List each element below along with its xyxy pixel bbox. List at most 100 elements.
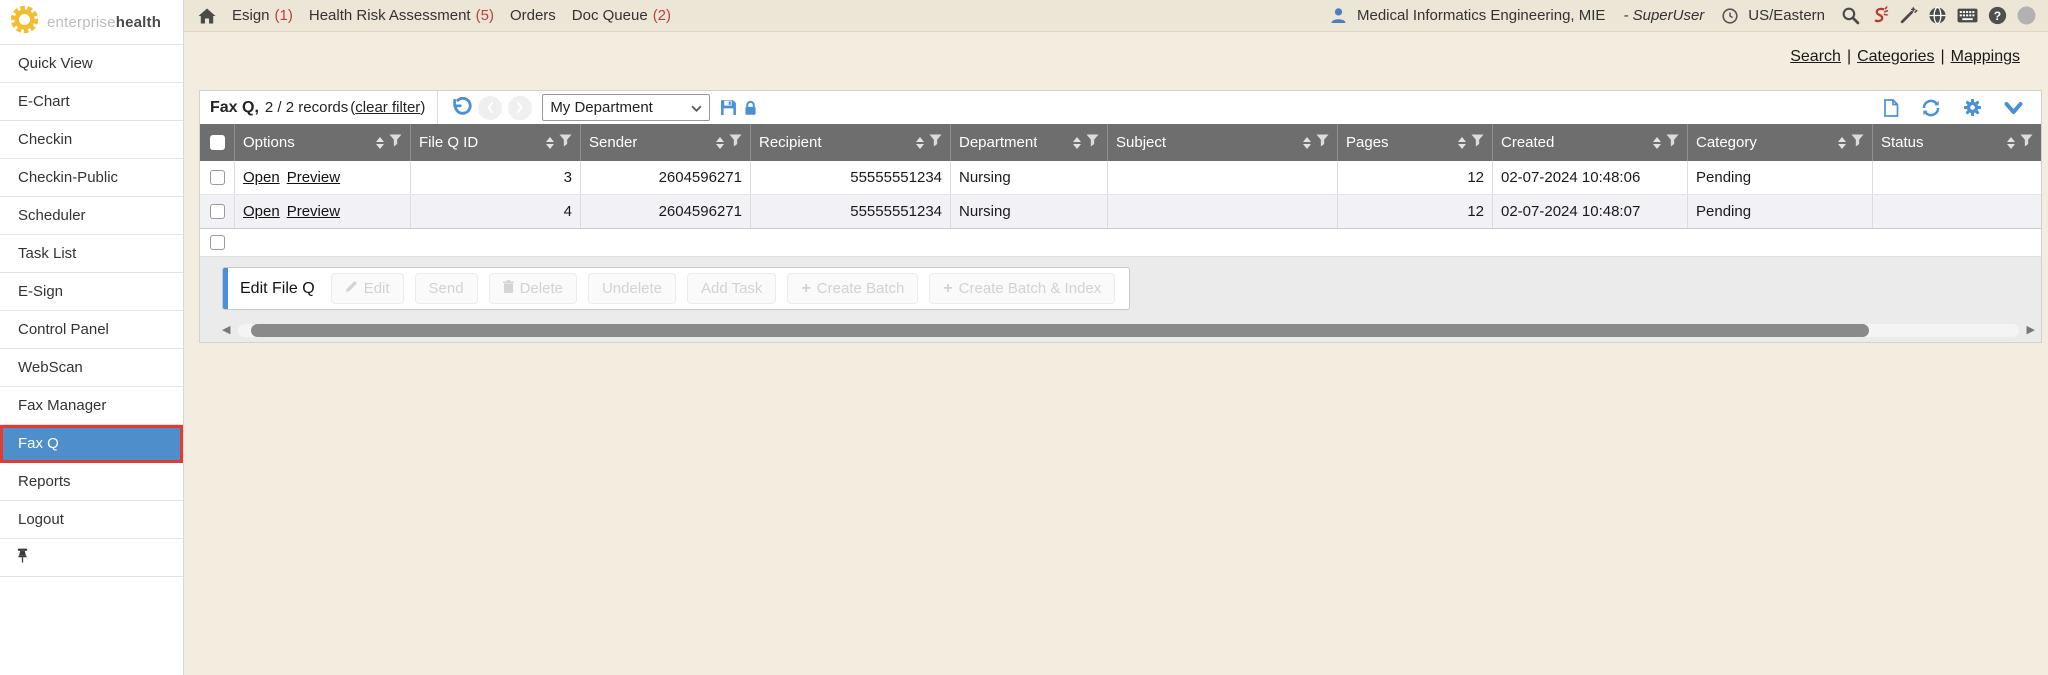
scroll-right-icon[interactable]: ▶	[2022, 325, 2035, 336]
help-icon[interactable]: ?	[1988, 6, 2007, 25]
topnav-item[interactable]: Health Risk Assessment(5)	[309, 7, 494, 24]
prescription-icon[interactable]	[1870, 6, 1889, 25]
sort-icon[interactable]	[916, 137, 924, 149]
fax-q-toolbar: Fax Q, 2 / 2 records (clear filter)	[200, 91, 2041, 124]
edit-bar-button[interactable]: Undelete	[588, 273, 676, 304]
column-header[interactable]: Department	[950, 124, 1107, 161]
prev-icon[interactable]	[478, 96, 502, 120]
sender-cell: 2604596271	[580, 161, 750, 194]
sidebar-item[interactable]: Scheduler	[0, 197, 183, 235]
open-link[interactable]: Open	[243, 203, 280, 220]
search-icon[interactable]	[1841, 6, 1860, 25]
filter-icon[interactable]	[729, 134, 742, 151]
department-select[interactable]: My Department	[542, 94, 710, 121]
sidebar-item[interactable]: Control Panel	[0, 311, 183, 349]
filter-icon[interactable]	[1851, 134, 1864, 151]
sidebar-item[interactable]: Checkin-Public	[0, 159, 183, 197]
open-link[interactable]: Open	[243, 169, 280, 186]
table-row: Open Preview 3 2604596271 55555551234 Nu…	[200, 161, 2041, 195]
filter-icon[interactable]	[389, 134, 402, 151]
preview-link[interactable]: Preview	[287, 203, 340, 220]
filter-icon[interactable]	[2020, 134, 2033, 151]
mappings-link[interactable]: Mappings	[1951, 48, 2020, 65]
organization-name[interactable]: Medical Informatics Engineering, MIE	[1357, 7, 1605, 24]
sort-icon[interactable]	[1073, 137, 1081, 149]
column-header[interactable]: Created	[1492, 124, 1687, 161]
edit-bar-button[interactable]: Send	[415, 273, 478, 304]
scrollbar-thumb[interactable]	[251, 324, 1869, 337]
sidebar-item[interactable]: Task List	[0, 235, 183, 273]
sidebar-item[interactable]: Reports	[0, 463, 183, 501]
edit-bar-button[interactable]: Edit	[331, 273, 404, 304]
sidebar-item[interactable]: Quick View	[0, 45, 183, 83]
sidebar-item[interactable]: E-Chart	[0, 83, 183, 121]
sidebar-item[interactable]: Logout	[0, 501, 183, 539]
filter-icon[interactable]	[1666, 134, 1679, 151]
clock-icon	[1722, 8, 1738, 24]
row-checkbox[interactable]	[210, 170, 225, 185]
sort-icon[interactable]	[2007, 137, 2015, 149]
top-navigation-bar: Esign(1) Health Risk Assessment(5) Order…	[184, 0, 2048, 32]
record-count: 2 / 2 records	[265, 99, 348, 116]
sort-icon[interactable]	[1303, 137, 1311, 149]
sort-icon[interactable]	[1838, 137, 1846, 149]
collapse-icon[interactable]	[2004, 101, 2023, 115]
categories-link[interactable]: Categories	[1857, 48, 1934, 65]
sort-icon[interactable]	[1653, 137, 1661, 149]
sidebar-item[interactable]: E-Sign	[0, 273, 183, 311]
sidebar-item[interactable]: Fax Q	[0, 425, 183, 463]
sort-icon[interactable]	[716, 137, 724, 149]
next-icon[interactable]	[508, 96, 532, 120]
topnav-item[interactable]: Esign(1)	[232, 7, 293, 24]
column-header[interactable]: Subject	[1107, 124, 1337, 161]
filter-icon[interactable]	[559, 134, 572, 151]
undo-icon[interactable]	[450, 97, 472, 119]
sort-icon[interactable]	[376, 137, 384, 149]
column-header[interactable]: Pages	[1337, 124, 1492, 161]
row-checkbox[interactable]	[210, 204, 225, 219]
column-header[interactable]: Category	[1687, 124, 1872, 161]
column-header[interactable]: Recipient	[750, 124, 950, 161]
row-checkbox[interactable]	[210, 235, 225, 250]
save-icon[interactable]	[720, 99, 737, 116]
scroll-left-icon[interactable]: ◀	[222, 325, 235, 336]
search-link[interactable]: Search	[1790, 48, 1841, 65]
filter-icon[interactable]	[1471, 134, 1484, 151]
home-icon[interactable]	[198, 8, 216, 24]
topnav-item[interactable]: Orders	[510, 7, 556, 24]
refresh-icon[interactable]	[1921, 98, 1941, 118]
wand-icon[interactable]	[1899, 6, 1918, 25]
topnav-item[interactable]: Doc Queue(2)	[572, 7, 671, 24]
gear-icon[interactable]	[1963, 98, 1982, 117]
lock-icon[interactable]	[743, 100, 758, 116]
sort-icon[interactable]	[1458, 137, 1466, 149]
keyboard-icon[interactable]	[1957, 8, 1978, 23]
clear-filter-link[interactable]: clear filter	[355, 99, 420, 116]
pencil-icon	[345, 280, 358, 297]
column-header[interactable]: Sender	[580, 124, 750, 161]
pin-icon[interactable]	[16, 548, 29, 568]
filter-icon[interactable]	[1086, 134, 1099, 151]
edit-bar-button[interactable]: + Create Batch & Index	[929, 273, 1115, 304]
sidebar-item[interactable]: Checkin	[0, 121, 183, 159]
edit-bar-button[interactable]: Delete	[489, 273, 577, 304]
preview-link[interactable]: Preview	[287, 169, 340, 186]
select-all-checkbox[interactable]	[210, 135, 225, 150]
sidebar: enterprisehealth Quick View E-Chart Chec…	[0, 0, 184, 675]
sort-icon[interactable]	[546, 137, 554, 149]
new-document-icon[interactable]	[1883, 99, 1899, 117]
filter-icon[interactable]	[929, 134, 942, 151]
scrollbar-track[interactable]	[238, 324, 2019, 337]
globe-icon[interactable]	[1928, 6, 1947, 25]
timezone-label[interactable]: US/Eastern	[1748, 7, 1825, 24]
avatar-icon[interactable]	[2017, 6, 2036, 25]
column-header[interactable]: Status	[1872, 124, 2041, 161]
filter-icon[interactable]	[1316, 134, 1329, 151]
sidebar-item[interactable]: WebScan	[0, 349, 183, 387]
edit-bar-button[interactable]: Add Task	[687, 273, 776, 304]
logo-text: enterprisehealth	[47, 14, 161, 31]
column-header[interactable]: Options	[234, 124, 410, 161]
sidebar-item[interactable]: Fax Manager	[0, 387, 183, 425]
column-header[interactable]: File Q ID	[410, 124, 580, 161]
edit-bar-button[interactable]: + Create Batch	[787, 273, 918, 304]
